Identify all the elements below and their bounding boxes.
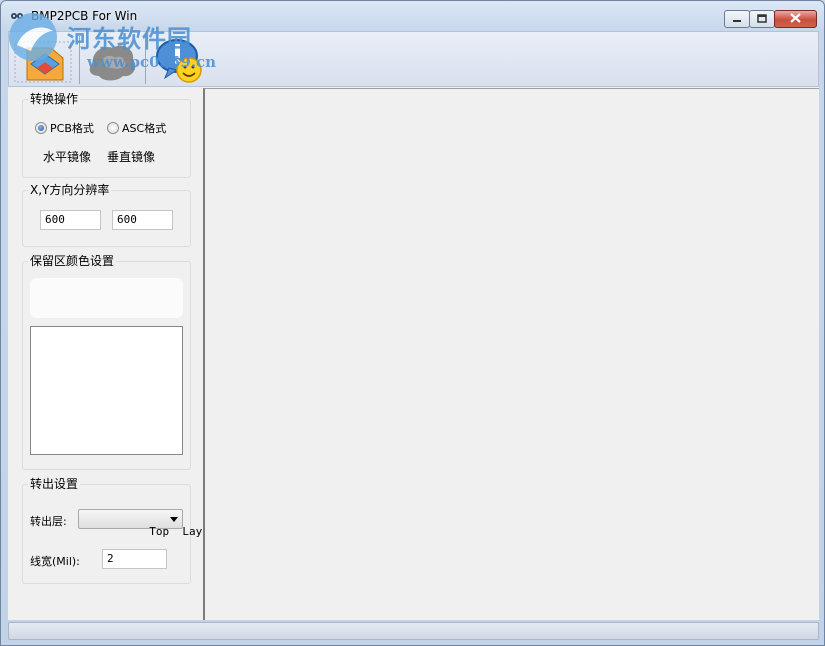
- output-group: 转出设置 转出层: Top Layer 线宽(Mil): 2: [22, 477, 215, 584]
- output-group-title: 转出设置: [28, 477, 81, 491]
- line-width-label: 线宽(Mil):: [30, 555, 80, 568]
- toolbar-button-open[interactable]: [11, 34, 75, 86]
- minimize-button[interactable]: [724, 10, 750, 28]
- toolbar-separator: [79, 36, 80, 84]
- window-title: BMP2PCB For Win: [31, 9, 138, 23]
- mirror-horizontal-option[interactable]: 水平镜像: [43, 148, 91, 165]
- radio-unchecked-icon: [107, 122, 119, 134]
- color-group: 保留区颜色设置: [22, 254, 191, 470]
- toolbar: [8, 31, 819, 87]
- radio-checked-icon: [35, 122, 47, 134]
- convert-group-title: 转换操作: [28, 92, 81, 106]
- app-icon[interactable]: [10, 10, 24, 22]
- radio-pcb-label: PCB格式: [50, 122, 94, 135]
- status-bar: [8, 622, 819, 640]
- radio-asc-label: ASC格式: [122, 122, 167, 135]
- image-preview-area[interactable]: [203, 88, 819, 620]
- chevron-down-icon: [170, 517, 178, 522]
- toolbar-button-convert[interactable]: [81, 34, 145, 86]
- y-resolution-input[interactable]: 600: [112, 210, 173, 230]
- close-button[interactable]: [774, 10, 817, 28]
- minimize-icon: [732, 12, 742, 26]
- output-layer-label: 转出层:: [30, 515, 67, 528]
- radio-asc-format[interactable]: ASC格式: [107, 120, 166, 136]
- main-window: BMP2PCB For Win 河东软件园 www.pc0359.cn 转换操作…: [0, 0, 825, 646]
- line-width-input[interactable]: 2: [102, 549, 167, 569]
- close-icon: [790, 12, 801, 26]
- output-layer-select[interactable]: Top Layer: [78, 509, 215, 538]
- convert-group: 转换操作 PCB格式 ASC格式 水平镜像 垂直镜像: [22, 92, 191, 178]
- color-swatch[interactable]: [30, 278, 183, 318]
- color-list[interactable]: [30, 326, 183, 455]
- color-group-title: 保留区颜色设置: [28, 254, 117, 268]
- x-resolution-input[interactable]: 600: [40, 210, 101, 230]
- maximize-button[interactable]: [749, 10, 775, 28]
- caption-buttons: [724, 10, 817, 28]
- toolbar-separator: [145, 36, 146, 84]
- toolbar-button-about[interactable]: [147, 34, 211, 86]
- mirror-vertical-option[interactable]: 垂直镜像: [107, 148, 155, 165]
- maximize-icon: [757, 12, 767, 26]
- resolution-group: X,Y方向分辨率 600 600: [22, 183, 191, 247]
- settings-panel: 转换操作 PCB格式 ASC格式 水平镜像 垂直镜像 X,Y方向分辨率 600 …: [8, 87, 215, 620]
- client-area: 转换操作 PCB格式 ASC格式 水平镜像 垂直镜像 X,Y方向分辨率 600 …: [8, 87, 819, 620]
- title-bar[interactable]: BMP2PCB For Win: [1, 1, 824, 31]
- radio-pcb-format[interactable]: PCB格式: [35, 120, 94, 136]
- resolution-group-title: X,Y方向分辨率: [28, 183, 112, 197]
